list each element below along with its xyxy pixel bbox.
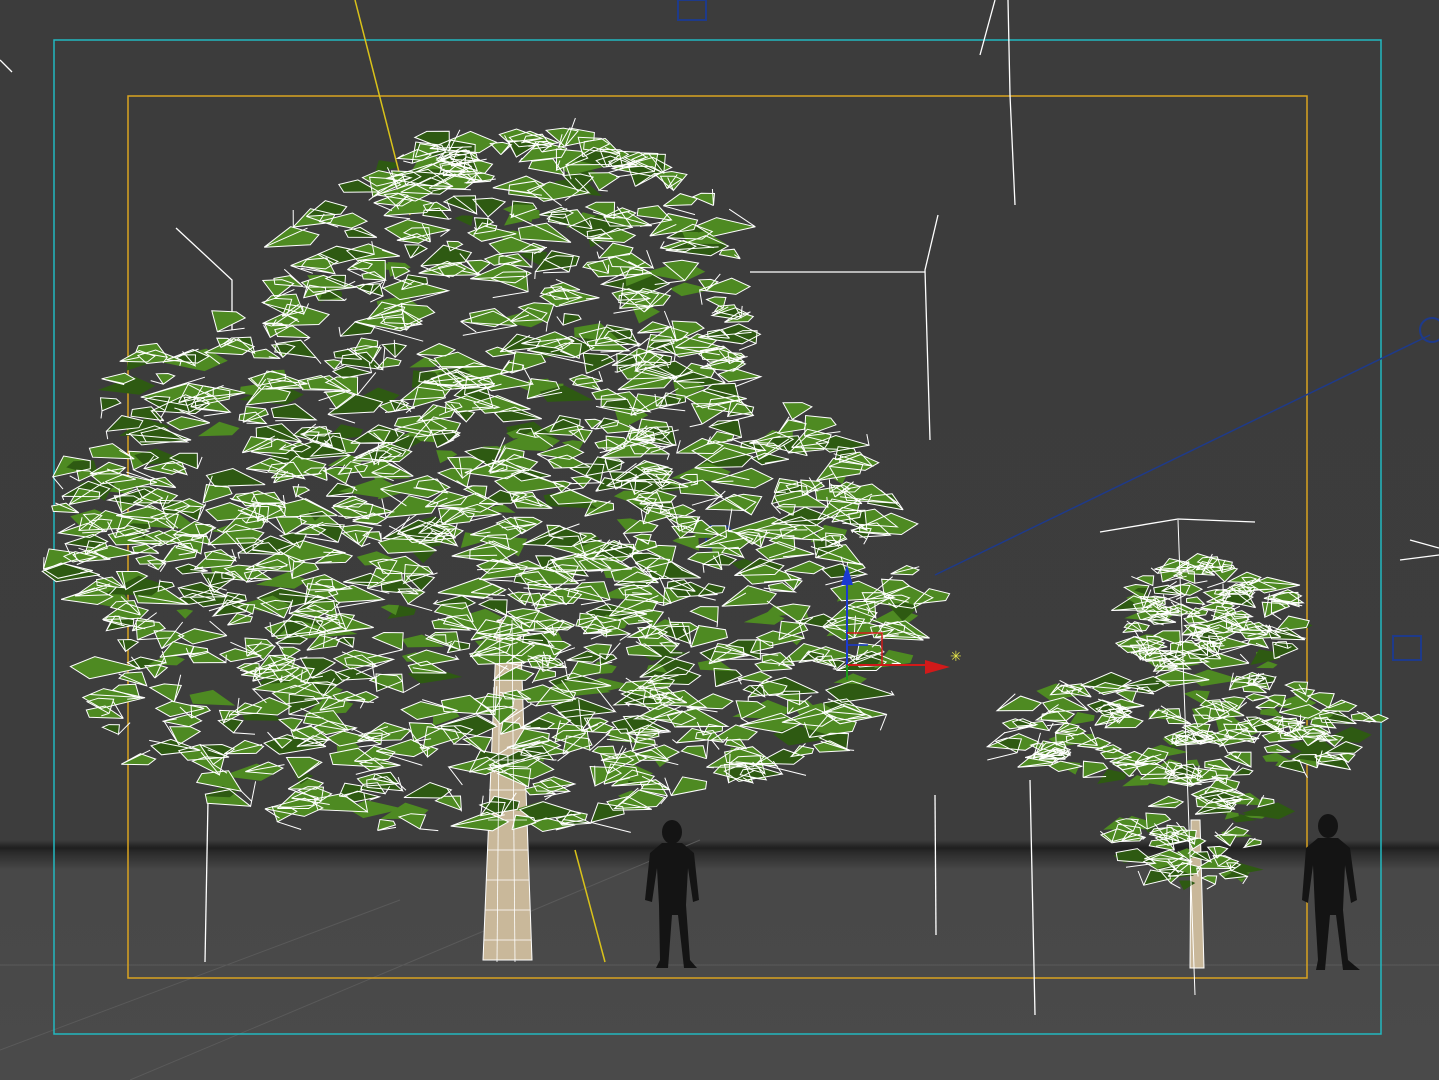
leaf: [672, 536, 700, 551]
camera-target-line-lower: [574, 849, 606, 963]
leaf: [833, 673, 867, 685]
light-direction-line[interactable]: [934, 334, 1431, 576]
leaf: [176, 609, 194, 619]
leaf: [613, 490, 646, 508]
gizmo-center-icon[interactable]: ✳: [950, 649, 962, 665]
gizmo-x-arrow-icon[interactable]: [925, 660, 950, 674]
leaf: [1262, 752, 1292, 762]
person-silhouette-left[interactable]: [645, 820, 699, 968]
large-tree[interactable]: [41, 117, 951, 963]
person-silhouette-right[interactable]: [1302, 814, 1360, 970]
light-icon[interactable]: [1419, 317, 1439, 343]
viewport-scene[interactable]: ✳: [0, 0, 1439, 1080]
3d-viewport[interactable]: ✳: [0, 0, 1439, 1080]
leaf: [206, 468, 266, 487]
leaf: [408, 661, 447, 674]
leaf: [454, 215, 474, 226]
camera-icon-top[interactable]: [677, 0, 707, 21]
leaf: [189, 689, 236, 706]
leaf: [380, 604, 399, 616]
camera-icon[interactable]: [1392, 635, 1422, 661]
